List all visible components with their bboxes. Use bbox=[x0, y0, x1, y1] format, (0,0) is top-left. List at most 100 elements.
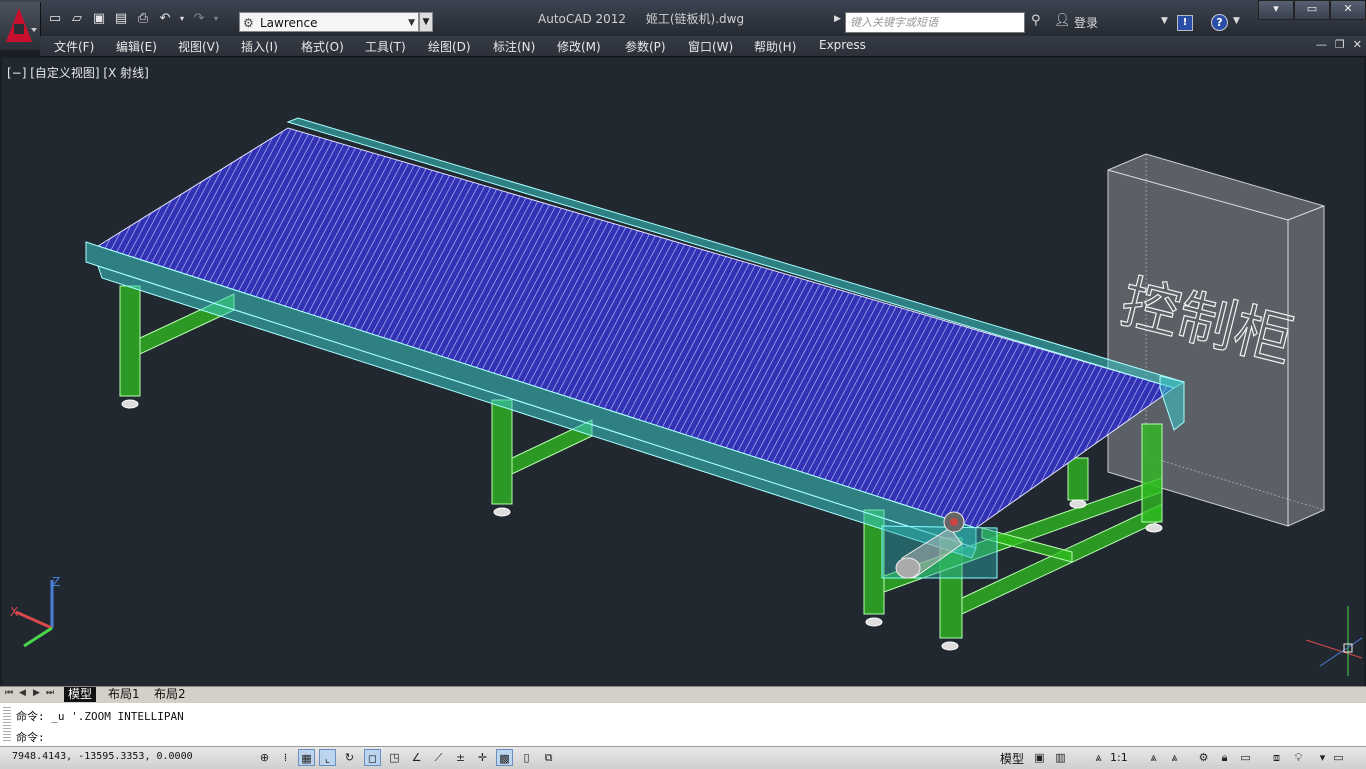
menu-help[interactable]: 帮助(H) bbox=[754, 38, 796, 55]
dynamic-input-icon[interactable]: ± bbox=[452, 749, 469, 766]
isolate-objects-icon[interactable]: ⧈ bbox=[1268, 749, 1285, 766]
tab-model[interactable]: 模型 bbox=[64, 687, 97, 702]
model-space-drawing: 控制柜 Z X bbox=[10, 117, 1363, 676]
doc-close-button[interactable]: ✕ bbox=[1353, 38, 1362, 51]
app-name: AutoCAD 2012 bbox=[538, 12, 627, 26]
snap-mode-icon[interactable]: ⁞ bbox=[277, 749, 294, 766]
selection-cycling-icon[interactable]: ⧉ bbox=[540, 749, 557, 766]
hardware-acceleration-icon[interactable]: ▭ bbox=[1237, 749, 1254, 766]
clean-screen-icon[interactable]: ▭ bbox=[1330, 749, 1347, 766]
exchange-icon[interactable]: ! bbox=[1177, 15, 1193, 31]
menu-window[interactable]: 窗口(W) bbox=[688, 38, 733, 55]
quick-view-layouts-icon[interactable]: ▣ bbox=[1031, 749, 1048, 766]
menu-bar: 文件(F) 编辑(E) 视图(V) 插入(I) 格式(O) 工具(T) 绘图(D… bbox=[40, 36, 1366, 57]
next-tab-icon[interactable]: ▶ bbox=[33, 688, 40, 698]
chevron-down-icon bbox=[31, 28, 37, 32]
ucs-z-label: Z bbox=[52, 575, 60, 589]
quick-properties-icon[interactable]: ▯ bbox=[518, 749, 535, 766]
control-cabinet: 控制柜 bbox=[1107, 153, 1325, 527]
lock-icon[interactable]: 🔒︎ bbox=[1216, 749, 1233, 766]
ucs-x-label: X bbox=[10, 605, 18, 619]
chevron-down-icon[interactable]: ▾ bbox=[1314, 749, 1331, 766]
redo-dropdown-icon[interactable]: ▾ bbox=[212, 11, 220, 27]
quick-view-drawings-icon[interactable]: ▥ bbox=[1052, 749, 1069, 766]
sign-in-button[interactable]: 登录 bbox=[1074, 14, 1098, 31]
command-history: 命令: _u '.ZOOM INTELLIPAN bbox=[16, 710, 184, 723]
doc-minimize-button[interactable]: — bbox=[1316, 38, 1327, 51]
window-title: AutoCAD 2012 姬工(链板机).dwg bbox=[538, 10, 744, 27]
annotation-scale-icon[interactable]: ⩓ bbox=[1090, 749, 1107, 766]
title-bar: ▭ ▱ ▣ ▤ ⎙ ↶ ▾ ↷ ▾ ⚙ Lawrence ▼ ▼ AutoCAD… bbox=[0, 0, 1366, 50]
viewport-controls-label[interactable]: [−] [自定义视图] [X 射线] bbox=[7, 64, 149, 81]
annotation-visibility-icon[interactable]: ⩓ bbox=[1145, 749, 1162, 766]
command-input[interactable]: 命令: bbox=[16, 729, 45, 745]
crosshair-cursor bbox=[1305, 606, 1363, 676]
3d-object-snap-icon[interactable]: ◳ bbox=[386, 749, 403, 766]
menu-format[interactable]: 格式(O) bbox=[301, 38, 344, 55]
grid-display-icon[interactable]: ▦ bbox=[298, 749, 315, 766]
transparency-icon[interactable]: ▩ bbox=[496, 749, 513, 766]
help-icon[interactable]: ? bbox=[1211, 14, 1228, 31]
gear-icon: ⚙ bbox=[243, 16, 254, 30]
drawing-viewport[interactable]: 控制柜 Z X bbox=[2, 58, 1364, 686]
menu-view[interactable]: 视图(V) bbox=[178, 38, 220, 55]
model-space-button[interactable]: 模型 bbox=[1000, 750, 1024, 767]
auto-scale-icon[interactable]: ⩓ bbox=[1166, 749, 1183, 766]
window-controls: ▾ ▭ ✕ bbox=[1258, 0, 1366, 20]
expand-search-icon[interactable]: ▶ bbox=[834, 14, 841, 24]
doc-restore-button[interactable]: ❐ bbox=[1335, 38, 1345, 51]
menu-draw[interactable]: 绘图(D) bbox=[428, 38, 471, 55]
first-tab-icon[interactable]: ⏮ bbox=[5, 688, 13, 698]
polar-tracking-icon[interactable]: ↻ bbox=[341, 749, 358, 766]
tab-layout1[interactable]: 布局1 bbox=[104, 687, 144, 702]
save-icon[interactable]: ▣ bbox=[90, 11, 108, 27]
chevron-down-icon: ▼ bbox=[408, 18, 415, 28]
lightbulb-icon[interactable]: 💡︎ bbox=[1290, 749, 1307, 766]
menu-express[interactable]: Express bbox=[819, 38, 866, 52]
undo-icon[interactable]: ↶ bbox=[156, 11, 174, 27]
ucs-icon: Z X bbox=[10, 575, 60, 648]
menu-modify[interactable]: 修改(M) bbox=[557, 38, 601, 55]
file-name: 姬工(链板机).dwg bbox=[645, 12, 745, 26]
menu-edit[interactable]: 编辑(E) bbox=[116, 38, 157, 55]
menu-file[interactable]: 文件(F) bbox=[54, 38, 94, 55]
dynamic-ucs-icon[interactable]: ⟋ bbox=[430, 749, 447, 766]
lineweight-icon[interactable]: ✛ bbox=[474, 749, 491, 766]
maximize-button[interactable]: ▭ bbox=[1294, 0, 1330, 20]
prev-tab-icon[interactable]: ◀ bbox=[19, 688, 26, 698]
workspace-select[interactable]: ⚙ Lawrence ▼ bbox=[239, 12, 419, 32]
ortho-mode-icon[interactable]: ⌞ bbox=[319, 749, 336, 766]
workspace-value: Lawrence bbox=[260, 16, 318, 30]
infer-constraints-icon[interactable]: ⊕ bbox=[256, 749, 273, 766]
menu-insert[interactable]: 插入(I) bbox=[241, 38, 278, 55]
object-snap-tracking-icon[interactable]: ∠ bbox=[408, 749, 425, 766]
chevron-down-icon[interactable]: ▼ bbox=[1233, 16, 1240, 26]
minimize-button[interactable]: ▾ bbox=[1258, 0, 1294, 20]
close-button[interactable]: ✕ bbox=[1330, 0, 1366, 20]
workspace-switching-icon[interactable]: ⚙ bbox=[1195, 749, 1212, 766]
customize-toolbar-button[interactable]: ▼ bbox=[419, 12, 433, 32]
annotation-scale-value[interactable]: 1:1 bbox=[1110, 751, 1128, 764]
coordinate-readout[interactable]: 7948.4143, -13595.3353, 0.0000 bbox=[12, 751, 193, 762]
save-as-icon[interactable]: ▤ bbox=[112, 11, 130, 27]
new-file-icon[interactable]: ▭ bbox=[46, 11, 64, 27]
undo-dropdown-icon[interactable]: ▾ bbox=[178, 11, 186, 27]
last-tab-icon[interactable]: ⏭ bbox=[46, 688, 54, 698]
chevron-down-icon[interactable]: ▼ bbox=[1161, 16, 1168, 26]
tab-layout2[interactable]: 布局2 bbox=[150, 687, 190, 702]
menu-dimension[interactable]: 标注(N) bbox=[493, 38, 535, 55]
document-window-controls: — ❐ ✕ bbox=[1316, 38, 1362, 51]
binoculars-icon[interactable]: ⚲ bbox=[1031, 13, 1041, 28]
command-window-grip[interactable] bbox=[3, 707, 11, 743]
status-bar: 7948.4143, -13595.3353, 0.0000 ⊕ ⁞ ▦ ⌞ ↻… bbox=[0, 746, 1366, 769]
menu-tools[interactable]: 工具(T) bbox=[365, 38, 406, 55]
layout-tabs-bar: ⏮ ◀ ▶ ⏭ 模型 布局1 布局2 bbox=[0, 686, 1366, 704]
open-file-icon[interactable]: ▱ bbox=[68, 11, 86, 27]
menu-parametric[interactable]: 参数(P) bbox=[625, 38, 666, 55]
search-input[interactable]: 键入关键字或短语 bbox=[845, 12, 1025, 33]
application-menu-button[interactable] bbox=[0, 2, 41, 50]
object-snap-icon[interactable]: ◻ bbox=[364, 749, 381, 766]
user-icon: 👤︎ bbox=[1054, 13, 1071, 28]
redo-icon[interactable]: ↷ bbox=[190, 11, 208, 27]
print-icon[interactable]: ⎙ bbox=[134, 11, 152, 27]
